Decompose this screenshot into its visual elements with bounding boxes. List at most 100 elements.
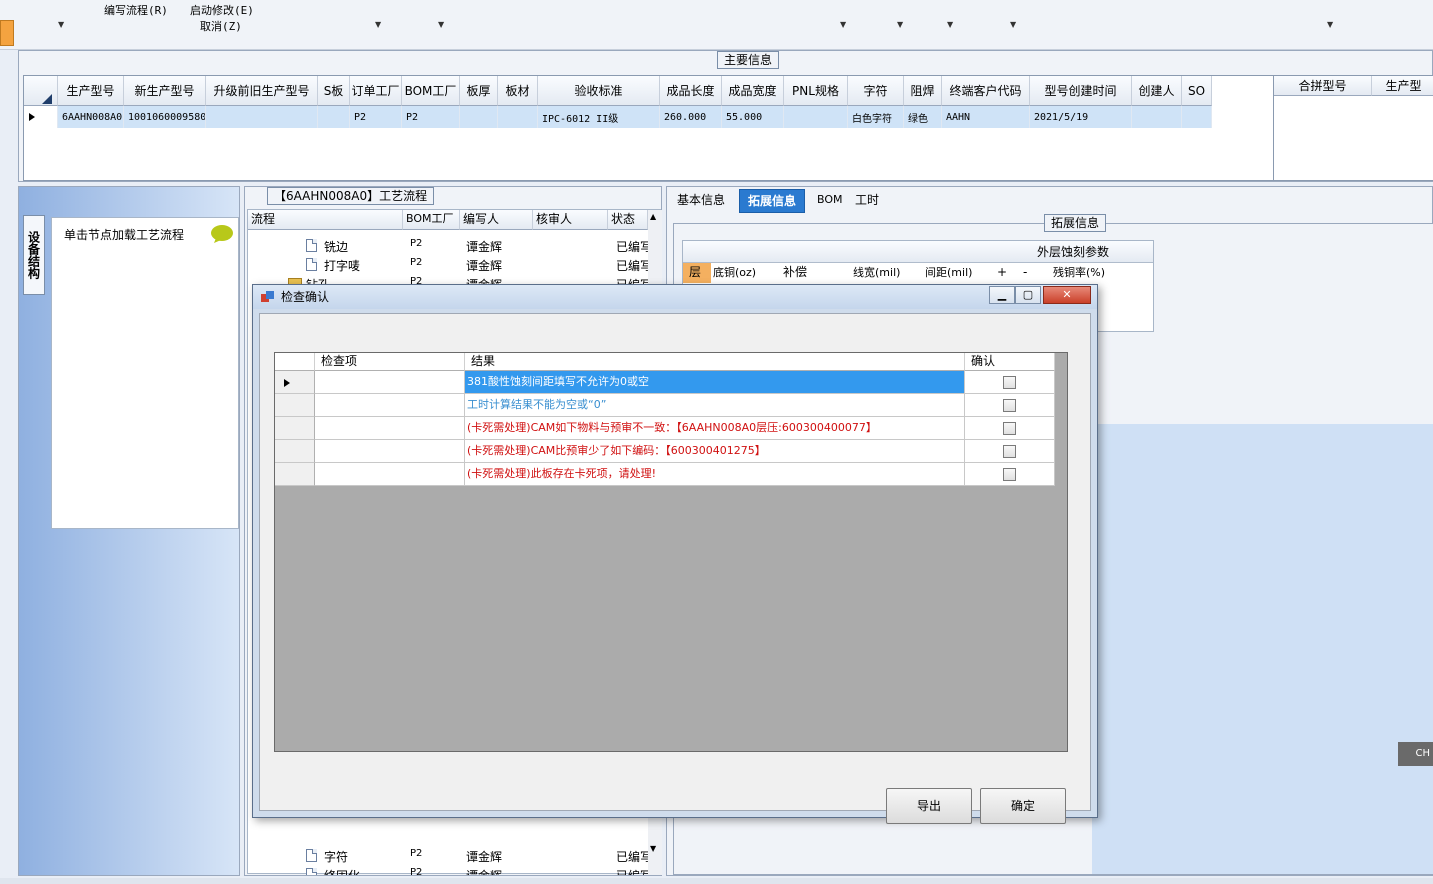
minimize-button[interactable]: ▁	[989, 286, 1015, 304]
dropdown-arrow-icon[interactable]: ▼	[947, 20, 953, 29]
column-header[interactable]: 创建人	[1132, 76, 1182, 106]
table-cell[interactable]	[784, 106, 848, 128]
table-row[interactable]: (卡死需处理)CAM如下物料与预审不一致：【6AAHN008A0层压:60030…	[275, 417, 1055, 440]
column-header[interactable]: 生产型	[1372, 76, 1433, 96]
tree-row[interactable]: 终固化 P2 谭金辉 已编写	[248, 865, 648, 875]
tab-device-structure[interactable]: 设备结构	[23, 215, 45, 295]
check-item-cell[interactable]	[315, 394, 465, 417]
column-header[interactable]: 订单工厂	[350, 76, 402, 106]
column-header[interactable]: 层	[683, 263, 711, 283]
column-header[interactable]: 字符	[848, 76, 904, 106]
dropdown-arrow-icon[interactable]: ▼	[897, 20, 903, 29]
table-cell[interactable]	[1182, 106, 1212, 128]
column-header[interactable]: 板厚	[460, 76, 498, 106]
tree-row[interactable]: 字符 P2 谭金辉 已编写	[248, 846, 648, 865]
check-result-cell[interactable]: 381酸性蚀刻间距填写不允许为0或空	[465, 371, 965, 394]
check-item-cell[interactable]	[315, 371, 465, 394]
table-cell[interactable]: 260.000	[660, 106, 722, 128]
column-header[interactable]: 成品宽度	[722, 76, 784, 106]
column-header[interactable]: 底铜(oz)	[713, 263, 783, 282]
column-header[interactable]: 型号创建时间	[1030, 76, 1132, 106]
input-method-badge[interactable]: CH	[1398, 742, 1433, 766]
row-selector[interactable]	[24, 106, 58, 128]
column-header[interactable]: 残铜率(%)	[1053, 263, 1143, 282]
scroll-down-icon[interactable]: ▼	[650, 844, 656, 853]
column-header[interactable]: 检查项	[315, 353, 465, 371]
column-header[interactable]: -	[1023, 263, 1049, 282]
confirm-checkbox[interactable]	[1003, 422, 1016, 435]
confirm-checkbox[interactable]	[1003, 376, 1016, 389]
column-header[interactable]: 成品长度	[660, 76, 722, 106]
column-header[interactable]: +	[997, 263, 1021, 282]
confirm-checkbox[interactable]	[1003, 445, 1016, 458]
dropdown-arrow-icon[interactable]: ▼	[438, 20, 444, 29]
table-cell[interactable]: 2021/5/19	[1030, 106, 1132, 128]
table-cell[interactable]: 白色字符	[848, 106, 904, 128]
close-button[interactable]: ✕	[1043, 286, 1091, 304]
confirm-checkbox[interactable]	[1003, 468, 1016, 481]
column-header[interactable]: 编写人	[460, 210, 533, 230]
column-header[interactable]: BOM工厂	[403, 210, 460, 230]
table-cell[interactable]: P2	[402, 106, 460, 128]
column-header[interactable]: PNL规格	[784, 76, 848, 106]
column-header[interactable]: 确认	[965, 353, 1055, 371]
column-header[interactable]: 升级前旧生产型号	[206, 76, 318, 106]
column-header[interactable]: 板材	[498, 76, 538, 106]
table-row[interactable]: 工时计算结果不能为空或“0”	[275, 394, 1055, 417]
check-result-cell[interactable]: (卡死需处理)此板存在卡死项，请处理!	[465, 463, 965, 486]
check-result-cell[interactable]: (卡死需处理)CAM比预审少了如下编码：【600300401275】	[465, 440, 965, 463]
maximize-button[interactable]: ▢	[1015, 286, 1041, 304]
row-selector[interactable]	[275, 417, 315, 440]
column-header[interactable]: 新生产型号	[124, 76, 206, 106]
column-header[interactable]: 状态	[608, 210, 648, 230]
column-header[interactable]: 核审人	[533, 210, 608, 230]
column-header[interactable]: 间距(mil)	[925, 263, 995, 282]
column-header[interactable]: BOM工厂	[402, 76, 460, 106]
table-cell[interactable]: 6AAHN008A0	[58, 106, 124, 128]
table-cell[interactable]	[206, 106, 318, 128]
column-header[interactable]: 合拼型号	[1274, 76, 1372, 96]
dropdown-arrow-icon[interactable]: ▼	[375, 20, 381, 29]
export-button[interactable]: 导出	[886, 788, 972, 824]
tab-basic-info[interactable]: 基本信息	[669, 189, 733, 213]
table-cell[interactable]: 55.000	[722, 106, 784, 128]
table-cell[interactable]: IPC-6012 II级	[538, 106, 660, 128]
column-header[interactable]: S板	[318, 76, 350, 106]
start-modify-button[interactable]: 启动修改(E)	[190, 2, 254, 18]
column-header[interactable]: SO	[1182, 76, 1212, 106]
confirm-checkbox[interactable]	[1003, 399, 1016, 412]
table-row[interactable]: 381酸性蚀刻间距填写不允许为0或空	[275, 371, 1055, 394]
scroll-up-icon[interactable]: ▲	[650, 212, 656, 221]
dropdown-arrow-icon[interactable]: ▼	[840, 20, 846, 29]
check-item-cell[interactable]	[315, 463, 465, 486]
dropdown-arrow-icon[interactable]: ▼	[58, 20, 64, 29]
column-header[interactable]: 结果	[465, 353, 965, 371]
row-selector[interactable]	[275, 394, 315, 417]
column-header[interactable]: 阻焊	[904, 76, 942, 106]
table-row[interactable]: (卡死需处理)CAM比预审少了如下编码：【600300401275】	[275, 440, 1055, 463]
check-item-cell[interactable]	[315, 417, 465, 440]
table-cell[interactable]: P2	[350, 106, 402, 128]
column-header[interactable]: 流程	[248, 210, 403, 230]
column-header[interactable]: 验收标准	[538, 76, 660, 106]
table-cell[interactable]: 10010600095809	[124, 106, 206, 128]
check-item-cell[interactable]	[315, 440, 465, 463]
tree-row[interactable]: 打字唛 P2 谭金辉 已编写	[248, 255, 648, 274]
tab-work-hours[interactable]: 工时	[847, 189, 887, 213]
table-cell[interactable]	[498, 106, 538, 128]
table-cell[interactable]	[1132, 106, 1182, 128]
tab-extended-info[interactable]: 拓展信息	[739, 189, 806, 213]
cancel-button[interactable]: 取消(Z)	[200, 18, 242, 34]
table-row[interactable]: (卡死需处理)此板存在卡死项，请处理!	[275, 463, 1055, 486]
ok-button[interactable]: 确定	[980, 788, 1066, 824]
check-result-cell[interactable]: 工时计算结果不能为空或“0”	[465, 394, 965, 417]
edit-flow-button[interactable]: 编写流程(R)	[104, 2, 168, 18]
tab-bom[interactable]: BOM	[809, 189, 851, 213]
table-cell[interactable]	[460, 106, 498, 128]
dropdown-arrow-icon[interactable]: ▼	[1010, 20, 1016, 29]
dropdown-arrow-icon[interactable]: ▼	[1327, 20, 1333, 29]
column-header[interactable]: 终端客户代码	[942, 76, 1030, 106]
table-cell[interactable]	[318, 106, 350, 128]
dialog-titlebar[interactable]: 检查确认	[253, 285, 1097, 309]
tree-row[interactable]: 铣边 P2 谭金辉 已编写	[248, 236, 648, 255]
